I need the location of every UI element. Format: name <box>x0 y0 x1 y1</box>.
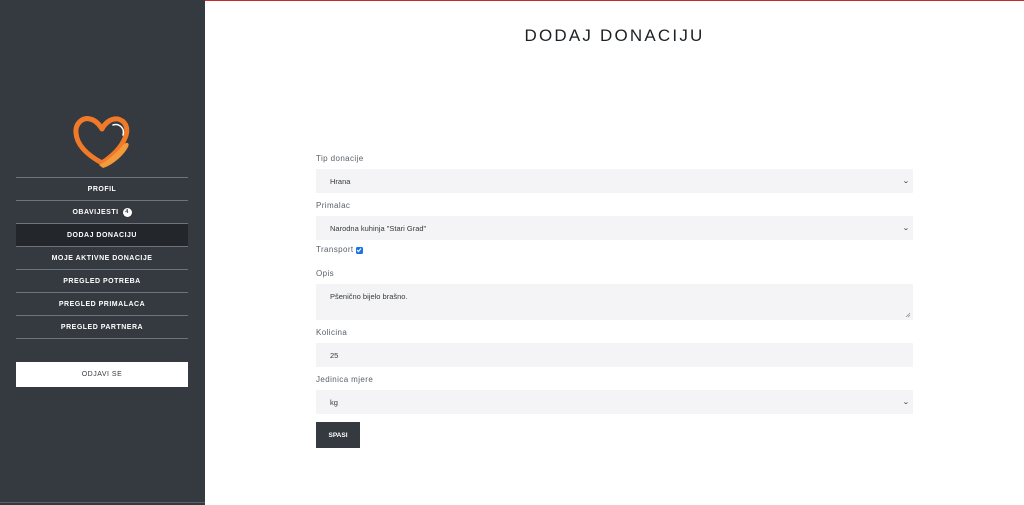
tip-donacije-select[interactable]: Hrana ⌄ <box>316 169 913 193</box>
top-accent-line <box>205 0 1024 1</box>
nav-item-pregled-primalaca[interactable]: PREGLED PRIMALACA <box>16 293 188 316</box>
nav-item-label: PREGLED POTREBA <box>63 277 141 285</box>
kolicina-input[interactable]: 25 <box>316 343 913 367</box>
textarea-value: Pšenično bijelo brašno. <box>330 292 408 301</box>
resize-handle-icon[interactable] <box>905 312 911 318</box>
sidebar-nav: PROFIL OBAVIJESTI 4 DODAJ DONACIJU MOJE A… <box>16 177 188 339</box>
chevron-down-icon: ⌄ <box>902 225 910 232</box>
nav-item-label: DODAJ DONACIJU <box>66 231 137 239</box>
nav-item-label: MOJE AKTIVNE DONACIJE <box>51 254 153 262</box>
select-value: Narodna kuhinja "Stari Grad" <box>330 223 427 233</box>
logout-button[interactable]: ODJAVI SE <box>16 362 188 387</box>
heart-hands-logo-icon <box>73 116 130 168</box>
notification-badge: 4 <box>122 207 132 217</box>
nav-item-obavijesti[interactable]: OBAVIJESTI 4 <box>16 201 188 224</box>
nav-item-label: OBAVIJESTI <box>72 208 119 216</box>
chevron-down-icon: ⌄ <box>902 178 910 185</box>
primalac-select[interactable]: Narodna kuhinja "Stari Grad" ⌄ <box>316 216 913 240</box>
save-button[interactable]: SPASI <box>316 422 360 448</box>
transport-label: Transport <box>316 245 354 254</box>
sidebar-divider <box>0 502 205 503</box>
primalac-label: Primalac <box>316 201 351 210</box>
donation-form: Tip donacije Hrana ⌄ Primalac Narodna ku… <box>316 154 913 448</box>
nav-item-pregled-potreba[interactable]: PREGLED POTREBA <box>16 270 188 293</box>
transport-row: Transport <box>316 245 913 255</box>
chevron-down-icon: ⌄ <box>902 399 910 406</box>
kolicina-label: Kolicina <box>316 328 348 337</box>
sidebar: PROFIL OBAVIJESTI 4 DODAJ DONACIJU MOJE A… <box>0 0 205 505</box>
nav-item-label: PROFIL <box>87 185 117 193</box>
tip-donacije-label: Tip donacije <box>316 154 364 163</box>
jedinica-mjere-label: Jedinica mjere <box>316 375 374 384</box>
nav-item-label: PREGLED PRIMALACA <box>58 300 146 308</box>
opis-textarea[interactable]: Pšenično bijelo brašno. <box>316 284 913 320</box>
input-value: 25 <box>330 350 339 360</box>
nav-item-dodaj-donaciju[interactable]: DODAJ DONACIJU <box>16 224 188 247</box>
nav-item-pregled-partnera[interactable]: PREGLED PARTNERA <box>16 316 188 339</box>
page-title: DODAJ DONACIJU <box>524 26 705 45</box>
transport-checkbox[interactable] <box>355 246 363 254</box>
check-icon <box>356 248 362 253</box>
nav-item-label: PREGLED PARTNERA <box>60 323 144 331</box>
jedinica-mjere-select[interactable]: kg ⌄ <box>316 390 913 414</box>
opis-label: Opis <box>316 269 335 278</box>
select-value: kg <box>330 397 338 407</box>
select-value: Hrana <box>330 176 351 186</box>
nav-item-moje-aktivne-donacije[interactable]: MOJE AKTIVNE DONACIJE <box>16 247 188 270</box>
nav-item-profil[interactable]: PROFIL <box>16 178 188 201</box>
